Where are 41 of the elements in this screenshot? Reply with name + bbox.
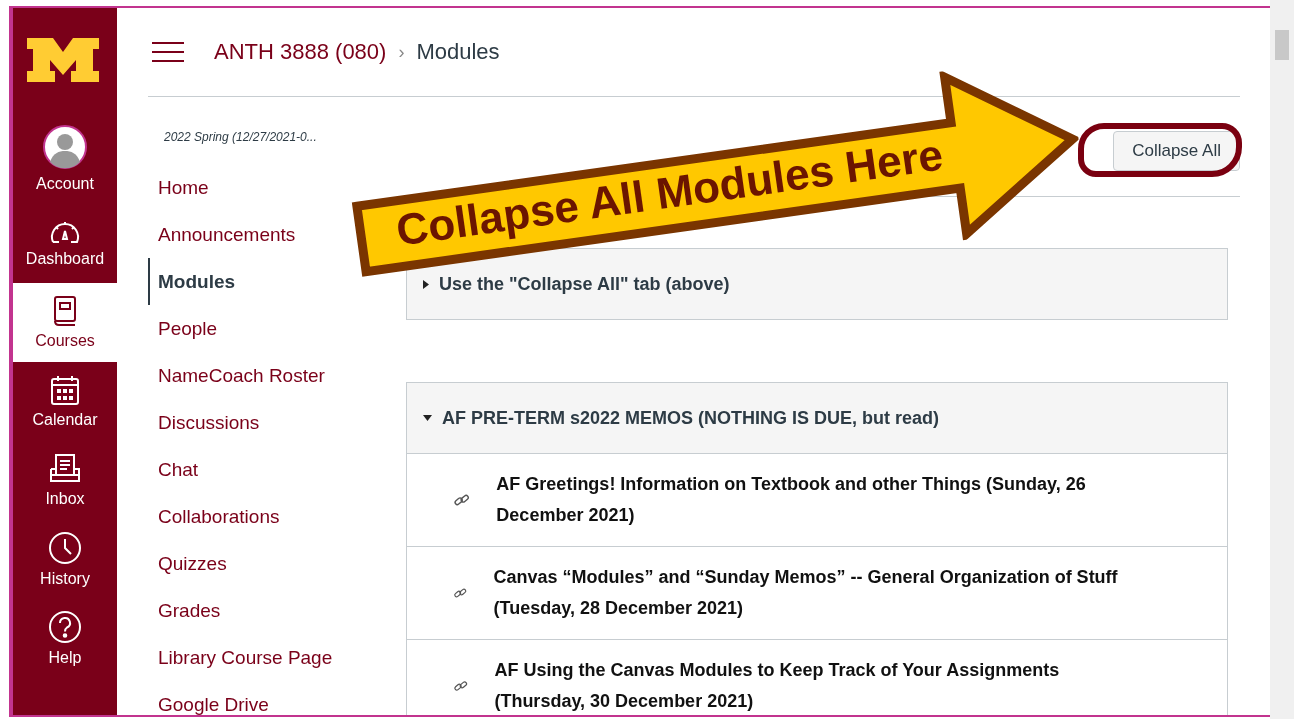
course-nav-link[interactable]: Grades <box>148 587 229 634</box>
speedometer-icon <box>48 219 82 245</box>
course-nav-link[interactable]: Library Course Page <box>148 634 341 681</box>
global-nav-item[interactable]: Dashboard <box>13 204 117 283</box>
course-nav-link[interactable]: Home <box>148 164 217 211</box>
clock-icon <box>48 531 82 565</box>
module-header[interactable]: Use the "Collapse All" tab (above) <box>407 249 1227 319</box>
breadcrumb-current: Modules <box>416 39 500 65</box>
module-header[interactable]: AF PRE-TERM s2022 MEMOS (NOTHING IS DUE, but read) <box>407 383 1227 453</box>
caret-down-icon <box>423 415 432 421</box>
module-title: Use the "Collapse All" tab (above) <box>439 273 730 295</box>
global-nav-item[interactable]: Calendar <box>13 362 117 441</box>
course-nav-link[interactable]: Google Drive <box>148 681 277 715</box>
book-icon <box>52 295 78 327</box>
course-nav-link[interactable]: People <box>148 305 226 352</box>
course-nav-link[interactable]: Chat <box>148 446 207 493</box>
global-nav-item[interactable]: Help <box>13 599 117 678</box>
module-item-link[interactable]: AF Using the Canvas Modules to Keep Track of Your Assignments (Thursday, 30 December 2021) <box>494 655 1132 715</box>
global-nav-item[interactable]: History <box>13 520 117 599</box>
global-nav-item[interactable]: Account <box>13 112 117 204</box>
course-nav-link[interactable]: Collaborations <box>148 493 288 540</box>
breadcrumb-separator: › <box>398 41 405 63</box>
module-item-link[interactable]: Canvas “Modules” and “Sunday Memos” -- General Organization of Stuff (Tuesday, 28 December 2021) <box>493 562 1132 624</box>
global-nav-item[interactable]: Inbox <box>13 441 117 520</box>
course-nav-link[interactable]: NameCoach Roster <box>148 352 333 399</box>
breadcrumb-link[interactable]: ANTH 3888 (080) <box>214 39 387 65</box>
scrollbar[interactable] <box>1270 0 1294 719</box>
avatar-icon <box>42 123 88 170</box>
course-nav-link[interactable]: Announcements <box>148 211 304 258</box>
module-title: AF PRE-TERM s2022 MEMOS (NOTHING IS DUE, but read) <box>442 407 940 429</box>
module-item-link[interactable]: AF Greetings! Information on Textbook and other Things (Sunday, 26 December 2021) <box>496 469 1132 531</box>
term-label: 2022 Spring (12/27/2021-0... <box>164 130 318 144</box>
collapse-all-button[interactable]: Collapse All <box>1113 131 1240 171</box>
course-nav-link[interactable]: Discussions <box>148 399 268 446</box>
global-nav-item[interactable]: Courses <box>13 283 117 362</box>
calendar-icon <box>50 374 80 406</box>
caret-right-icon <box>423 279 429 289</box>
course-nav-link[interactable]: Quizzes <box>148 540 235 587</box>
inbox-icon <box>49 453 81 485</box>
course-nav-link[interactable]: Modules <box>148 258 244 305</box>
help-icon <box>48 610 82 644</box>
